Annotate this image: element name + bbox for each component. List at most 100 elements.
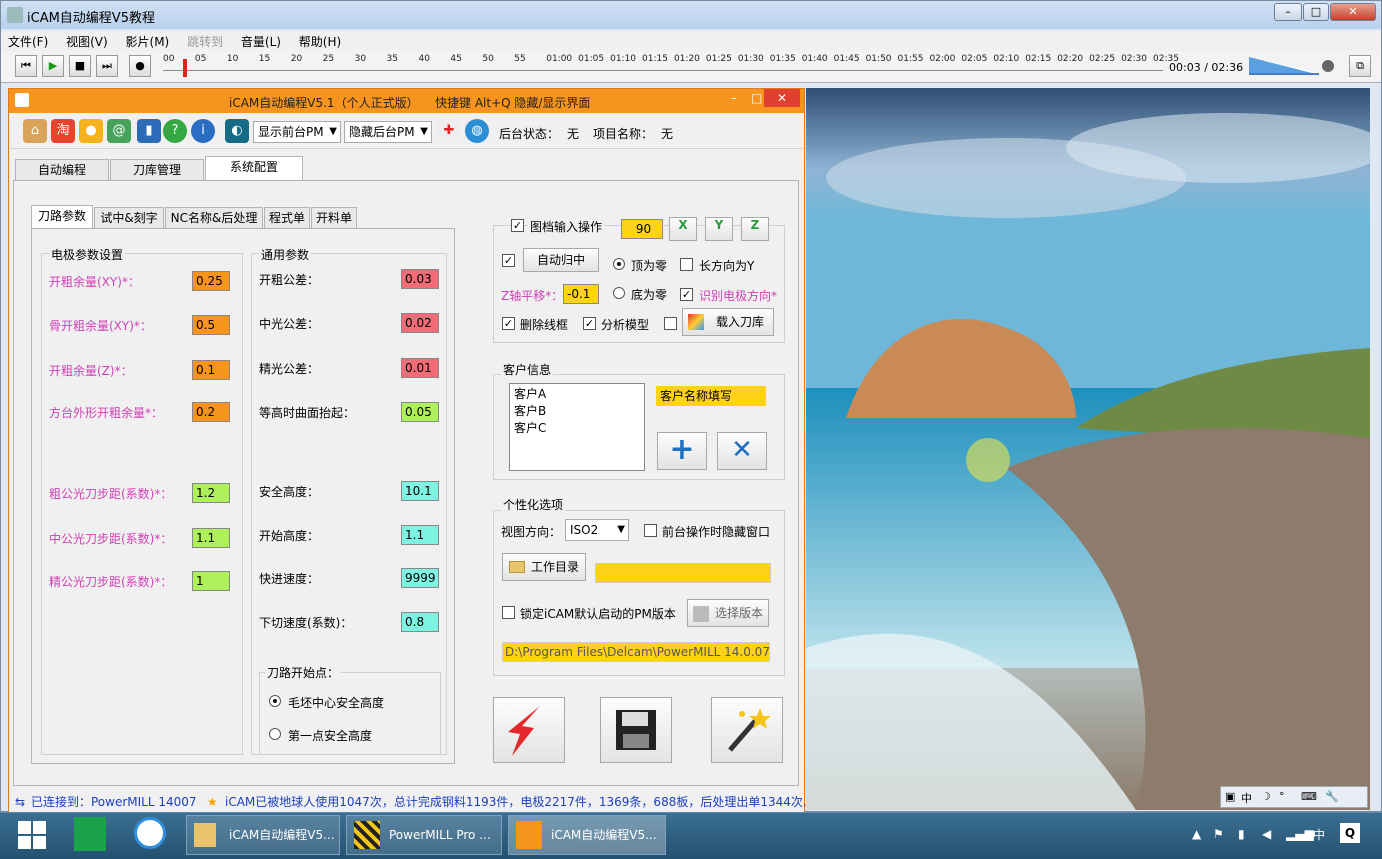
auto-center-checkbox[interactable]: ✓ — [502, 254, 515, 267]
delete-frame-checkbox[interactable]: ✓ — [502, 317, 515, 330]
settings-icon[interactable]: 🔧 — [1325, 790, 1339, 803]
ime-icon[interactable]: ▣ — [1225, 790, 1235, 803]
electrode-row-value[interactable]: 0.2 — [192, 402, 230, 422]
icam-close-button[interactable]: ✕ — [764, 89, 800, 107]
electrode-row-value[interactable]: 0.5 — [192, 315, 230, 335]
general-row-value[interactable]: 9999 — [401, 568, 439, 588]
store-icon[interactable] — [74, 817, 106, 851]
lock-version-checkbox[interactable] — [502, 606, 515, 619]
auto-center-button[interactable]: 自动归中 — [523, 248, 599, 272]
top-zero-radio[interactable] — [613, 258, 625, 270]
rotate-y-icon[interactable]: Y — [705, 217, 733, 241]
load-library-checkbox[interactable] — [664, 317, 677, 330]
home-icon[interactable]: ⌂ — [23, 119, 47, 143]
minimize-button[interactable]: – — [1274, 3, 1302, 21]
bottom-zero-radio[interactable] — [613, 287, 625, 299]
start-blank-center-radio[interactable] — [269, 695, 281, 707]
start-first-point-radio[interactable] — [269, 728, 281, 740]
ime-lang[interactable]: 中 — [1241, 790, 1252, 806]
angle-field[interactable]: 90 — [621, 219, 663, 239]
wizard-button[interactable] — [711, 697, 783, 763]
workdir-button[interactable]: 工作目录 — [502, 553, 586, 581]
hide-window-checkbox[interactable] — [644, 524, 657, 537]
menu-view[interactable]: 视图(V) — [59, 31, 115, 52]
view-direction-select[interactable]: ISO2 ▼ — [565, 519, 629, 541]
electrode-row-value[interactable]: 0.25 — [192, 271, 230, 291]
general-row-value[interactable]: 0.02 — [401, 313, 439, 333]
prev-icon[interactable]: ⏮ — [15, 55, 37, 77]
taobao-icon[interactable]: 淘 — [51, 119, 75, 143]
tab-auto-program[interactable]: 自动编程 — [15, 159, 109, 181]
seek-ruler[interactable]: 00 05 10 15 20 25 30 35 40 45 50 55 01:00 01:05 01:10 0… — [163, 53, 1179, 79]
load-library-button[interactable]: 载入刀库 — [682, 308, 774, 336]
maximize-button[interactable]: □ — [1303, 3, 1329, 21]
subtab-nc-post[interactable]: NC名称&后处理 — [165, 207, 263, 229]
subtab-trial-engrave[interactable]: 试中&刻字 — [94, 207, 164, 229]
subtab-program-sheet[interactable]: 程式单 — [264, 207, 310, 229]
general-row-value[interactable]: 10.1 — [401, 481, 439, 501]
battery-icon[interactable]: ▮ — [1238, 827, 1245, 841]
subtab-toolpath[interactable]: 刀路参数 — [31, 205, 93, 229]
rotate-x-icon[interactable]: X — [669, 217, 697, 241]
browser-icon[interactable] — [134, 817, 166, 849]
flag-icon[interactable]: ⚑ — [1213, 827, 1224, 841]
list-item[interactable]: 客户B — [514, 403, 640, 420]
firstaid-icon[interactable]: ✚ — [437, 119, 461, 143]
stop-icon[interactable]: ■ — [69, 55, 91, 77]
fullscreen-icon[interactable]: ⧉ — [1349, 55, 1371, 77]
select-version-button[interactable]: 选择版本 — [687, 599, 769, 627]
list-item[interactable]: 客户C — [514, 420, 640, 437]
run-button[interactable] — [493, 697, 565, 763]
add-client-icon[interactable]: + — [657, 432, 707, 470]
help-icon[interactable]: ? — [163, 119, 187, 143]
electrode-row-value[interactable]: 1.1 — [192, 528, 230, 548]
tray-q-icon[interactable]: Q — [1340, 823, 1360, 843]
start-icon[interactable] — [18, 821, 46, 849]
list-item[interactable]: 客户A — [514, 386, 640, 403]
signal-icon[interactable]: ▂▄▆ — [1286, 827, 1314, 841]
book-icon[interactable]: ▮ — [137, 119, 161, 143]
seek-thumb[interactable] — [183, 59, 187, 77]
info-icon[interactable]: i — [191, 119, 215, 143]
icam-maximize-button[interactable]: □ — [751, 91, 762, 105]
client-list[interactable]: 客户A 客户B 客户C — [509, 383, 645, 471]
tray-up-icon[interactable]: ▲ — [1192, 827, 1201, 841]
tab-tool-library[interactable]: 刀库管理 — [110, 159, 204, 181]
tray-lang[interactable]: 中 — [1313, 826, 1325, 843]
subtab-material-sheet[interactable]: 开料单 — [311, 207, 357, 229]
rotate-z-icon[interactable]: Z — [741, 217, 769, 241]
email-icon[interactable]: @ — [107, 119, 131, 143]
general-row-value[interactable]: 0.03 — [401, 269, 439, 289]
electrode-row-value[interactable]: 1 — [192, 571, 230, 591]
volume-slider[interactable] — [1249, 57, 1319, 75]
punct-icon[interactable]: ° — [1279, 790, 1285, 803]
next-icon[interactable]: ⏭ — [96, 55, 118, 77]
hide-pm-select[interactable]: 隐藏后台PM ▼ — [344, 121, 432, 143]
icam-minimize-button[interactable]: – — [731, 91, 737, 105]
speaker-icon[interactable]: ◀ — [1262, 827, 1271, 841]
electrode-row-value[interactable]: 0.1 — [192, 360, 230, 380]
chat-icon[interactable]: ● — [79, 119, 103, 143]
keyboard-icon[interactable]: ⌨ — [1301, 790, 1317, 803]
tab-system-config[interactable]: 系统配置 — [205, 156, 303, 181]
menu-movie[interactable]: 影片(M) — [119, 31, 177, 52]
general-row-value[interactable]: 0.01 — [401, 358, 439, 378]
general-row-value[interactable]: 0.8 — [401, 612, 439, 632]
save-button[interactable] — [600, 697, 672, 763]
detect-direction-checkbox[interactable]: ✓ — [680, 288, 693, 301]
powermill-icon[interactable]: ◐ — [225, 119, 249, 143]
show-pm-select[interactable]: 显示前台PM ▼ — [253, 121, 341, 143]
delete-client-icon[interactable]: ✕ — [717, 432, 767, 470]
electrode-row-value[interactable]: 1.2 — [192, 483, 230, 503]
general-row-value[interactable]: 1.1 — [401, 525, 439, 545]
client-name-input[interactable]: 客户名称填写 — [656, 386, 766, 406]
drawing-input-checkbox[interactable]: ✓ — [511, 219, 524, 232]
menu-jump[interactable]: 跳转到 — [180, 31, 230, 52]
z-offset-field[interactable]: -0.1 — [563, 284, 599, 304]
moon-icon[interactable]: ☽ — [1261, 790, 1271, 803]
close-button[interactable]: ✕ — [1330, 3, 1376, 21]
mute-icon[interactable] — [1322, 60, 1334, 72]
general-row-value[interactable]: 0.05 — [401, 402, 439, 422]
long-y-checkbox[interactable] — [680, 258, 693, 271]
analyze-model-checkbox[interactable]: ✓ — [583, 317, 596, 330]
